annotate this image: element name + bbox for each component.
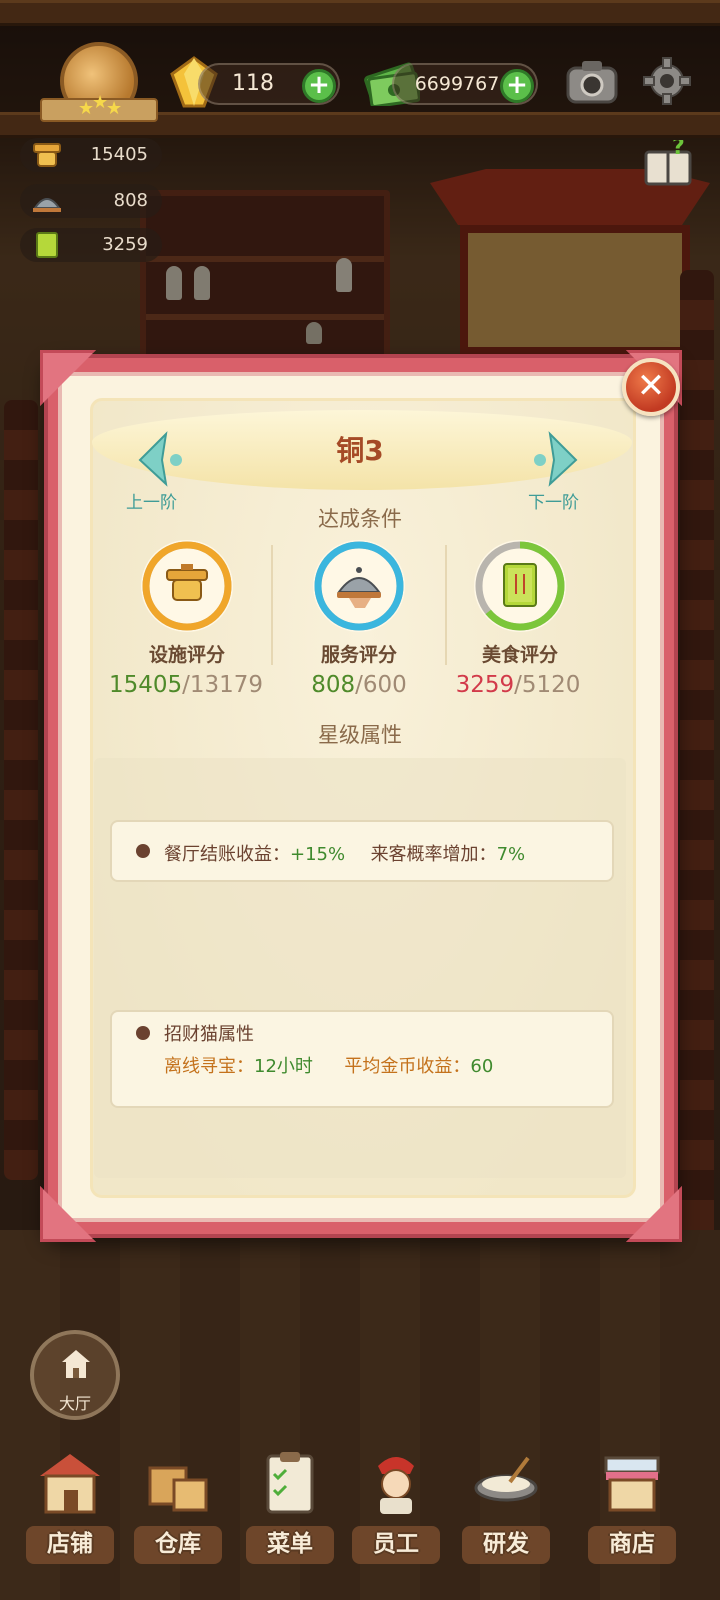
next-rank-label[interactable]: 下一阶 [528, 490, 579, 516]
bullet-dot [136, 1026, 150, 1040]
serving-cloche-icon [337, 567, 381, 608]
star-icon: ★ [106, 98, 123, 119]
food-stat: 3259 [20, 228, 162, 262]
hall-button[interactable]: 大厅 [30, 1330, 120, 1420]
lucky-cat-attribute-line: 离线寻宝：12小时 平均金币收益：60 [164, 1052, 493, 1078]
camera-icon[interactable] [566, 58, 618, 104]
service-score-target: /600 [355, 672, 407, 698]
service-stat-value: 808 [113, 190, 148, 211]
nav-store-label: 商店 [609, 1531, 655, 1557]
service-score-label: 服务评分 [320, 644, 397, 666]
food-progress-ring [474, 540, 566, 632]
lucky-cat-attribute-box: 招财猫属性 离线寻宝：12小时 平均金币收益：60 [110, 1010, 614, 1108]
hall-house-icon [62, 1350, 90, 1378]
research-pot-icon [474, 1456, 538, 1502]
column-divider [271, 545, 273, 665]
nav-shop-label: 店铺 [47, 1531, 93, 1557]
avg-coin-income-label: 平均金币收益： [344, 1056, 471, 1077]
restaurant-attribute-box: 餐厅结账收益：+15% 来客概率增加：7% [110, 820, 614, 882]
food-score-current: 3259 [455, 672, 515, 698]
nav-staff[interactable]: 员工 [346, 1448, 446, 1568]
prev-rank-arrow-icon[interactable] [132, 430, 186, 488]
gear-icon[interactable] [642, 56, 692, 106]
food-stat-value: 3259 [102, 234, 148, 255]
recipe-book-icon [36, 232, 58, 258]
cash-value: 6699767 [414, 73, 500, 95]
offline-treasure-value: 12小时 [254, 1056, 313, 1077]
nav-shop[interactable]: 店铺 [20, 1448, 120, 1568]
nav-menu[interactable]: 菜单 [240, 1448, 340, 1568]
food-score-label: 美食评分 [481, 644, 558, 666]
facility-progress-ring [141, 540, 233, 632]
close-button[interactable]: ✕ [622, 358, 680, 416]
facility-stat: 15405 [20, 138, 162, 172]
nav-research[interactable]: 研发 [456, 1448, 556, 1568]
gem-value: 118 [232, 71, 274, 96]
star-rank-badge[interactable]: ★ ★ ★ [40, 42, 158, 128]
staff-chef-icon [378, 1457, 414, 1514]
food-score-target: /5120 [514, 672, 581, 698]
add-gems-button[interactable]: + [302, 69, 336, 103]
cauldron-icon [33, 143, 61, 167]
nav-menu-label: 菜单 [267, 1531, 313, 1557]
facility-score-value: 15405/13179 [96, 668, 276, 702]
conditions-title: 达成条件 [318, 507, 402, 531]
add-cash-button[interactable]: + [500, 69, 534, 103]
checkout-income-value: +15% [290, 844, 346, 865]
help-book-icon[interactable]: ? [642, 140, 694, 190]
warehouse-boxes-icon [148, 1466, 208, 1512]
attributes-title: 星级属性 [318, 723, 402, 747]
rank-title: 铜3 [336, 434, 384, 467]
visitor-rate-label: 来客概率增加： [370, 844, 497, 865]
facility-stat-value: 15405 [90, 144, 148, 165]
next-rank-arrow-icon[interactable] [530, 430, 584, 488]
service-progress-ring [313, 540, 405, 632]
close-icon: ✕ [636, 366, 666, 406]
svg-text:?: ? [672, 140, 685, 160]
facility-score-target: /13179 [182, 672, 264, 698]
shop-house-icon [40, 1454, 100, 1514]
service-score-value: 808/600 [269, 668, 449, 702]
checkout-income-label: 餐厅结账收益： [164, 844, 290, 865]
facility-score-current: 15405 [108, 672, 183, 698]
bullet-dot [136, 844, 150, 858]
menu-clipboard-icon [266, 1452, 314, 1514]
service-score-current: 808 [311, 672, 356, 698]
nav-warehouse[interactable]: 仓库 [128, 1448, 228, 1568]
lucky-cat-heading: 招财猫属性 [164, 1024, 254, 1045]
avg-coin-income-value: 60 [470, 1056, 494, 1077]
cauldron-icon [166, 564, 208, 601]
cash-counter: 6699767 + [392, 63, 538, 105]
store-stall-icon [604, 1456, 660, 1512]
facility-score-label: 设施评分 [148, 644, 225, 666]
nav-warehouse-label: 仓库 [155, 1531, 201, 1557]
hall-label: 大厅 [58, 1394, 91, 1413]
serving-cloche-icon [33, 198, 61, 212]
offline-treasure-label: 离线寻宝： [164, 1056, 254, 1077]
prev-rank-label[interactable]: 上一阶 [126, 490, 177, 516]
restaurant-attribute-line: 餐厅结账收益：+15% 来客概率增加：7% [164, 840, 525, 866]
nav-research-label: 研发 [483, 1531, 529, 1557]
gem-counter: 118 + [198, 63, 340, 105]
food-score-value: 3259/5120 [428, 668, 608, 702]
visitor-rate-value: 7% [496, 844, 526, 865]
recipe-book-icon [503, 563, 537, 607]
nav-store[interactable]: 商店 [582, 1448, 682, 1568]
service-stat: 808 [20, 184, 162, 218]
nav-staff-label: 员工 [373, 1531, 419, 1557]
